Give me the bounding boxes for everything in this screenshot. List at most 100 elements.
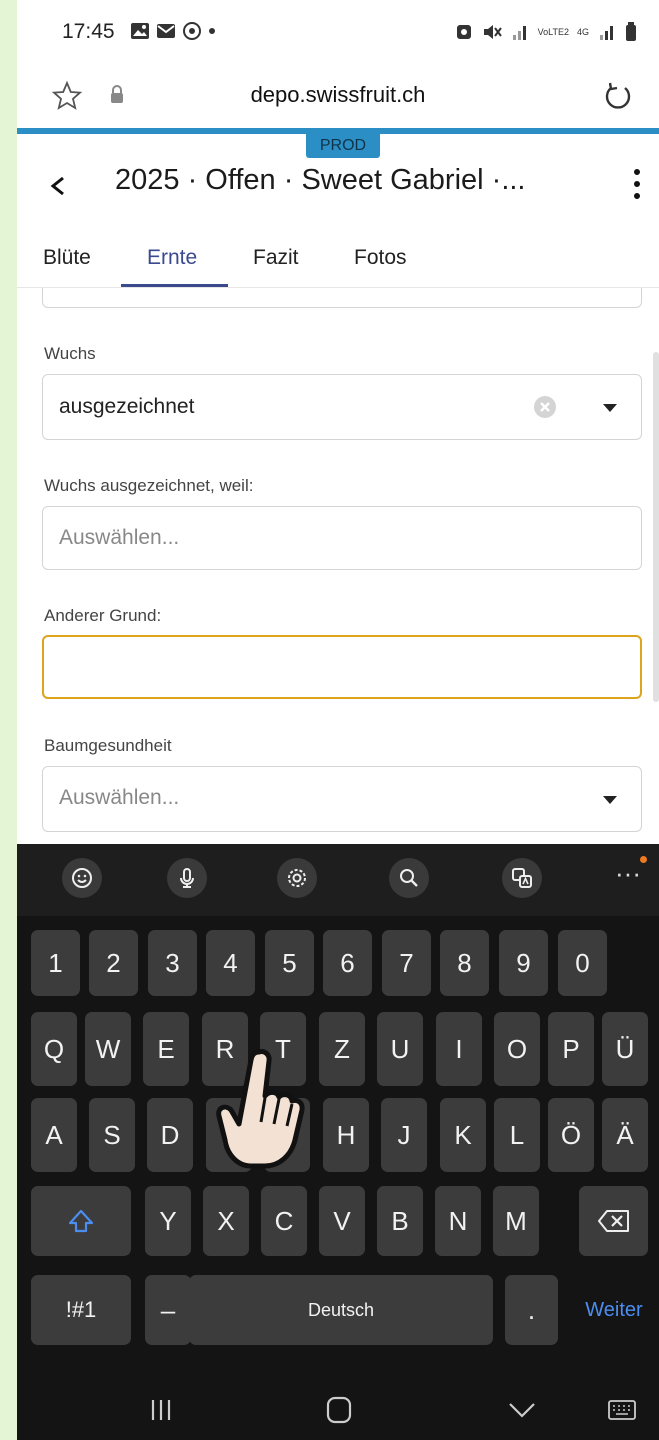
- dropdown-caret-icon[interactable]: [603, 404, 617, 412]
- key-oe[interactable]: Ö: [548, 1098, 594, 1172]
- key-3[interactable]: 3: [148, 930, 197, 996]
- notification-dot: [640, 856, 647, 863]
- backspace-key[interactable]: [579, 1186, 648, 1256]
- key-d[interactable]: D: [147, 1098, 193, 1172]
- notification-icons: [130, 22, 216, 40]
- dropdown-caret-icon[interactable]: [603, 796, 617, 804]
- next-key[interactable]: Weiter: [569, 1275, 659, 1345]
- key-w[interactable]: W: [85, 1012, 131, 1086]
- key-0[interactable]: 0: [558, 930, 607, 996]
- space-key[interactable]: Deutsch: [189, 1275, 493, 1345]
- previous-field-box[interactable]: [42, 288, 642, 308]
- network-4g-icon: 4G: [576, 26, 589, 37]
- key-k[interactable]: K: [440, 1098, 486, 1172]
- system-nav-bar: [17, 1380, 659, 1440]
- key-o[interactable]: O: [494, 1012, 540, 1086]
- tab-bluete[interactable]: Blüte: [43, 246, 91, 270]
- wuchs-value: ausgezeichnet: [59, 395, 195, 418]
- key-u[interactable]: U: [377, 1012, 423, 1086]
- shift-arrow-icon: [68, 1209, 94, 1233]
- key-5[interactable]: 5: [265, 930, 314, 996]
- key-1[interactable]: 1: [31, 930, 80, 996]
- hide-keyboard-chevron-icon[interactable]: [507, 1398, 537, 1422]
- key-ae[interactable]: Ä: [602, 1098, 648, 1172]
- tree-health-select[interactable]: Auswählen...: [42, 766, 642, 832]
- key-e[interactable]: E: [143, 1012, 189, 1086]
- browser-url-bar: depo.swissfruit.ch: [17, 64, 659, 128]
- other-reason-input[interactable]: [42, 635, 642, 699]
- volte-icon: VoLTE2: [537, 26, 569, 37]
- key-i[interactable]: I: [436, 1012, 482, 1086]
- touch-indicator-hand-icon: [216, 1049, 305, 1169]
- env-badge: PROD: [306, 134, 380, 158]
- key-7[interactable]: 7: [382, 930, 431, 996]
- tab-fazit[interactable]: Fazit: [253, 246, 299, 270]
- key-4[interactable]: 4: [206, 930, 255, 996]
- home-icon[interactable]: [325, 1395, 353, 1425]
- period-key[interactable]: .: [505, 1275, 558, 1345]
- clear-selection-icon[interactable]: [533, 395, 557, 419]
- keyboard-switch-icon[interactable]: [607, 1398, 637, 1422]
- key-v[interactable]: V: [319, 1186, 365, 1256]
- soft-keyboard: ··· 1 2 3 4 5 6 7 8 9 0 Q W E R T Z U I …: [17, 844, 659, 1440]
- shift-key[interactable]: [31, 1186, 131, 1256]
- key-m[interactable]: M: [493, 1186, 539, 1256]
- key-j[interactable]: J: [381, 1098, 427, 1172]
- key-x[interactable]: X: [203, 1186, 249, 1256]
- phone-screen: 17:45 VoLTE2 4G depo.swissfruit.ch PROD …: [17, 0, 659, 1440]
- other-reason-label: Anderer Grund:: [44, 606, 162, 625]
- key-9[interactable]: 9: [499, 930, 548, 996]
- sync-icon: [183, 22, 201, 40]
- key-z[interactable]: Z: [319, 1012, 365, 1086]
- signal-icon-2: [600, 26, 613, 40]
- key-8[interactable]: 8: [440, 930, 489, 996]
- key-ue[interactable]: Ü: [602, 1012, 648, 1086]
- status-time: 17:45: [62, 20, 115, 43]
- url-text[interactable]: depo.swissfruit.ch: [17, 82, 659, 108]
- key-s[interactable]: S: [89, 1098, 135, 1172]
- tree-health-label: Baumgesundheit: [44, 736, 172, 755]
- wuchs-label: Wuchs: [44, 344, 96, 363]
- page-title: 2025 · Offen · Sweet Gabriel ·...: [115, 164, 526, 196]
- recent-apps-icon[interactable]: [147, 1396, 175, 1424]
- wuchs-reason-placeholder: Auswählen...: [59, 526, 180, 549]
- tab-ernte[interactable]: Ernte: [147, 246, 197, 270]
- system-status-icons: VoLTE2 4G: [454, 22, 637, 42]
- key-6[interactable]: 6: [323, 930, 372, 996]
- wuchs-select[interactable]: ausgezeichnet: [42, 374, 642, 440]
- dash-key[interactable]: –: [145, 1275, 191, 1345]
- back-chevron-icon[interactable]: [45, 166, 71, 206]
- dot-icon: [209, 28, 215, 34]
- key-h[interactable]: H: [323, 1098, 369, 1172]
- active-tab-indicator: [121, 284, 228, 287]
- settings-gear-icon[interactable]: [277, 858, 317, 898]
- key-c[interactable]: C: [261, 1186, 307, 1256]
- key-l[interactable]: L: [494, 1098, 540, 1172]
- key-q[interactable]: Q: [31, 1012, 77, 1086]
- signal-icon-1: [512, 26, 526, 40]
- app-header: 2025 · Offen · Sweet Gabriel ·...: [17, 158, 659, 228]
- key-p[interactable]: P: [548, 1012, 594, 1086]
- harvest-form: Wuchs ausgezeichnet Wuchs ausgezeichnet,…: [17, 288, 659, 844]
- key-2[interactable]: 2: [89, 930, 138, 996]
- symbols-key[interactable]: !#1: [31, 1275, 131, 1345]
- search-icon[interactable]: [389, 858, 429, 898]
- more-vertical-icon[interactable]: [631, 164, 643, 204]
- wuchs-reason-select[interactable]: Auswählen...: [42, 506, 642, 570]
- more-options-icon[interactable]: ···: [615, 860, 641, 886]
- battery-saver-icon: [456, 25, 471, 39]
- mail-icon: [157, 24, 175, 38]
- backspace-icon: [597, 1210, 629, 1232]
- page-scrollbar[interactable]: [653, 352, 659, 702]
- tab-fotos[interactable]: Fotos: [354, 246, 407, 270]
- reload-icon[interactable]: [601, 79, 635, 113]
- mute-icon: [483, 25, 502, 39]
- key-n[interactable]: N: [435, 1186, 481, 1256]
- emoji-icon[interactable]: [62, 858, 102, 898]
- key-a[interactable]: A: [31, 1098, 77, 1172]
- translate-icon[interactable]: [502, 858, 542, 898]
- wuchs-reason-label: Wuchs ausgezeichnet, weil:: [44, 476, 254, 495]
- key-y[interactable]: Y: [145, 1186, 191, 1256]
- microphone-icon[interactable]: [167, 858, 207, 898]
- key-b[interactable]: B: [377, 1186, 423, 1256]
